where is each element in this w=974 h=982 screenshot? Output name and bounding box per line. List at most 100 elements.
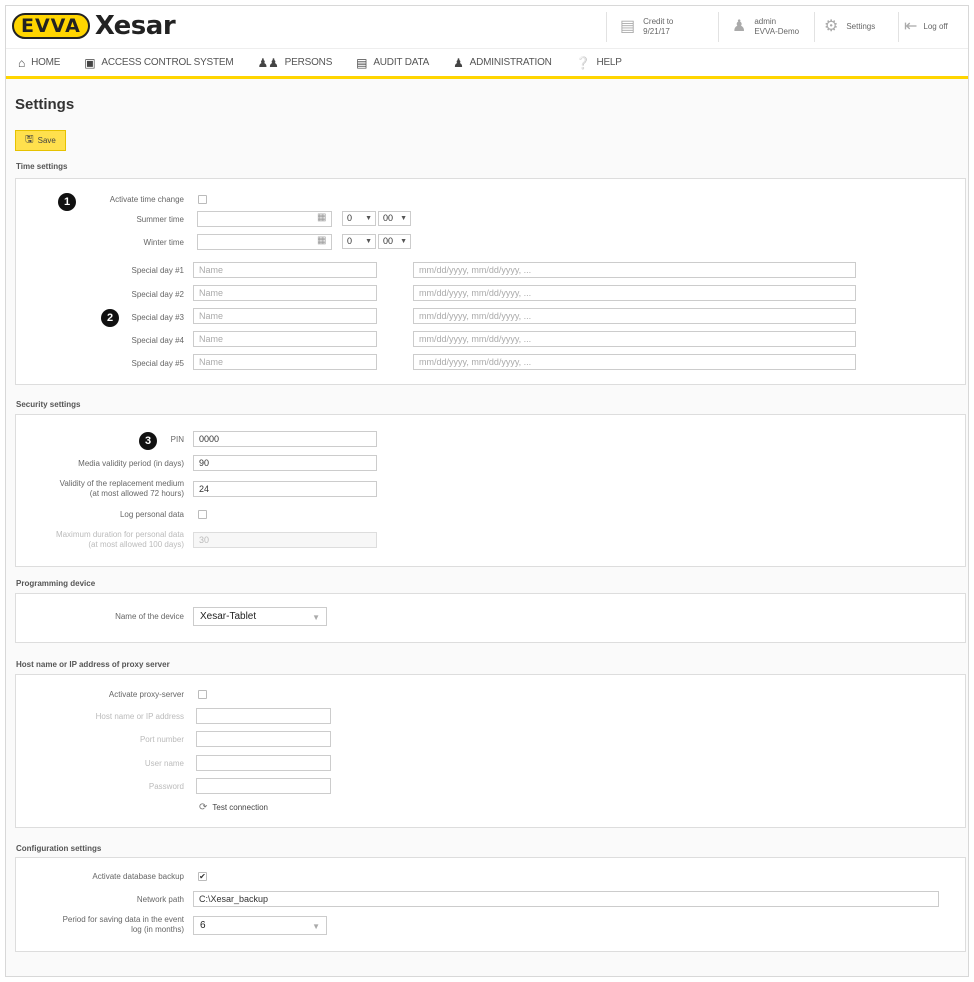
special-day-dates-input[interactable]: mm/dd/yyyy, mm/dd/yyyy, ... — [413, 262, 856, 278]
winter-time-label: Winter time — [143, 238, 184, 247]
configuration-settings-panel: Activate database backup ✔ Network path … — [15, 857, 966, 952]
database-backup-label: Activate database backup — [92, 872, 184, 881]
network-path-label: Network path — [136, 895, 184, 904]
winter-minute-select[interactable]: 00 ▼ — [378, 234, 411, 249]
test-connection-label: Test connection — [212, 803, 268, 812]
special-day-name-input[interactable]: Name — [193, 331, 377, 347]
winter-time-date-input[interactable] — [197, 234, 332, 250]
event-log-period-label: Period for saving data in the event — [62, 915, 184, 924]
refresh-icon: ⟳ — [199, 802, 208, 813]
nav-label: PERSONS — [284, 57, 333, 68]
summer-hour-select[interactable]: 0 ▼ — [342, 211, 376, 226]
credit-info[interactable]: ▤ Credit to 9/21/17 — [620, 6, 673, 48]
logoff-label: Log off — [923, 22, 948, 31]
special-day-label: Special day #4 — [131, 336, 184, 345]
programming-device-panel: Name of the device Xesar-Tablet ▼ — [15, 593, 966, 643]
chevron-down-icon: ▼ — [365, 215, 372, 222]
credit-icon: ▤ — [620, 18, 636, 35]
persons-icon: ♟♟ — [257, 55, 279, 70]
settings-label: Settings — [846, 22, 876, 31]
user-name-label: User name — [144, 759, 184, 768]
settings-link[interactable]: ⚙ Settings — [824, 6, 875, 48]
event-log-period-select[interactable]: 6 ▼ — [193, 916, 327, 935]
nav-label: HELP — [596, 57, 622, 68]
activate-time-change-checkbox[interactable] — [198, 195, 207, 204]
app-window: EVVA Xesar ▤ Credit to 9/21/17 ♟ admin E… — [5, 5, 969, 977]
special-day-name-input[interactable]: Name — [193, 285, 377, 301]
password-input[interactable] — [196, 778, 331, 794]
security-settings-title: Security settings — [16, 400, 81, 409]
security-settings-panel: 3 PIN 0000 Media validity period (in day… — [15, 414, 966, 567]
header: EVVA Xesar ▤ Credit to 9/21/17 ♟ admin E… — [6, 6, 968, 48]
save-icon: 🖫 — [25, 134, 34, 145]
help-icon: ❔ — [575, 55, 591, 70]
special-day-dates-input[interactable]: mm/dd/yyyy, mm/dd/yyyy, ... — [413, 285, 856, 301]
device-name-select[interactable]: Xesar-Tablet ▼ — [193, 607, 327, 626]
chevron-down-icon: ▼ — [400, 238, 407, 245]
max-duration-sublabel: (at most allowed 100 days) — [88, 540, 184, 549]
nav-administration[interactable]: ♟ ADMINISTRATION — [453, 56, 552, 70]
host-name-input[interactable] — [196, 708, 331, 724]
activate-time-change-label: Activate time change — [109, 195, 184, 204]
special-day-name-input[interactable]: Name — [193, 354, 377, 370]
chevron-down-icon: ▼ — [312, 613, 320, 622]
credit-date: 9/21/17 — [643, 27, 670, 36]
network-path-input[interactable]: C:\Xesar_backup — [193, 891, 939, 907]
calendar-icon[interactable]: ▦ — [317, 212, 326, 223]
lock-icon: ▣ — [84, 55, 96, 70]
admin-icon: ♟ — [453, 55, 464, 70]
nav-label: AUDIT DATA — [373, 57, 430, 68]
save-button[interactable]: 🖫 Save — [15, 130, 66, 151]
special-day-label: Special day #2 — [131, 290, 184, 299]
calendar-icon[interactable]: ▦ — [317, 235, 326, 246]
log-personal-data-checkbox[interactable] — [198, 510, 207, 519]
pin-input[interactable]: 0000 — [193, 431, 377, 447]
test-connection-button[interactable]: ⟳ Test connection — [199, 802, 268, 813]
winter-minute-value: 00 — [383, 236, 394, 246]
user-org: EVVA-Demo — [754, 27, 800, 36]
activate-proxy-checkbox[interactable] — [198, 690, 207, 699]
nav-label: ACCESS CONTROL SYSTEM — [101, 57, 234, 68]
time-settings-panel: 1 Activate time change Summer time ▦ 0 ▼ … — [15, 178, 966, 385]
evva-xesar-logo[interactable]: EVVA Xesar — [12, 11, 176, 41]
host-name-label: Host name or IP address — [95, 712, 184, 721]
max-duration-label: Maximum duration for personal data — [55, 530, 184, 539]
media-validity-label: Media validity period (in days) — [78, 459, 184, 468]
device-name-value: Xesar-Tablet — [200, 611, 257, 622]
nav-help[interactable]: ❔ HELP — [576, 56, 622, 70]
user-name-input[interactable] — [196, 755, 331, 771]
max-duration-input[interactable]: 30 — [193, 532, 377, 548]
activate-proxy-label: Activate proxy-server — [108, 690, 184, 699]
nav-label: ADMINISTRATION — [469, 57, 552, 68]
nav-audit-data[interactable]: ▤ AUDIT DATA — [356, 56, 429, 70]
log-personal-data-label: Log personal data — [119, 510, 184, 519]
configuration-settings-title: Configuration settings — [16, 844, 102, 853]
database-backup-checkbox[interactable]: ✔ — [198, 872, 207, 881]
special-day-name-input[interactable]: Name — [193, 308, 377, 324]
home-icon: ⌂ — [18, 55, 26, 70]
header-divider — [718, 12, 719, 42]
summer-time-date-input[interactable] — [197, 211, 332, 227]
special-day-dates-input[interactable]: mm/dd/yyyy, mm/dd/yyyy, ... — [413, 354, 856, 370]
time-settings-title: Time settings — [16, 162, 68, 171]
special-day-name-input[interactable]: Name — [193, 262, 377, 278]
special-day-dates-input[interactable]: mm/dd/yyyy, mm/dd/yyyy, ... — [413, 331, 856, 347]
replacement-medium-input[interactable]: 24 — [193, 481, 377, 497]
nav-home[interactable]: ⌂ HOME — [18, 56, 60, 70]
user-icon: ♟ — [732, 18, 747, 35]
replacement-medium-label: Validity of the replacement medium — [59, 479, 184, 488]
evva-logo-text: EVVA — [12, 13, 90, 39]
winter-hour-select[interactable]: 0 ▼ — [342, 234, 376, 249]
summer-minute-value: 00 — [383, 213, 394, 223]
password-label: Password — [148, 782, 184, 791]
nav-access-control-system[interactable]: ▣ ACCESS CONTROL SYSTEM — [84, 56, 233, 70]
nav-persons[interactable]: ♟♟ PERSONS — [258, 56, 333, 70]
media-validity-input[interactable]: 90 — [193, 455, 377, 471]
proxy-settings-title: Host name or IP address of proxy server — [16, 660, 170, 669]
summer-minute-select[interactable]: 00 ▼ — [378, 211, 411, 226]
port-number-input[interactable] — [196, 731, 331, 747]
logoff-link[interactable]: ⇤ Log off — [904, 6, 948, 48]
gear-icon: ⚙ — [824, 18, 839, 35]
special-day-dates-input[interactable]: mm/dd/yyyy, mm/dd/yyyy, ... — [413, 308, 856, 324]
user-info[interactable]: ♟ admin EVVA-Demo — [732, 6, 799, 48]
